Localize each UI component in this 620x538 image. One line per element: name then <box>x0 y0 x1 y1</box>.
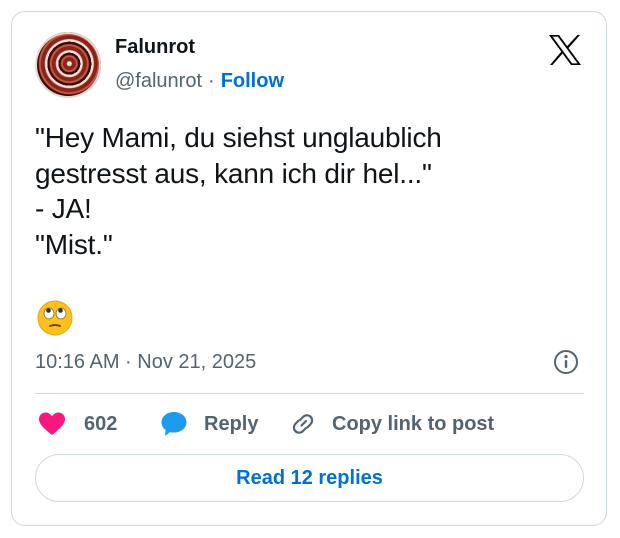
info-icon[interactable] <box>553 349 579 375</box>
author-handle-row: @falunrot · Follow <box>115 70 284 93</box>
heart-icon <box>39 412 65 435</box>
tweet-card <box>11 11 607 526</box>
author-display-name[interactable]: Falunrot <box>115 36 195 59</box>
read-replies-button[interactable]: Read 12 replies <box>35 454 584 502</box>
separator-dot: · <box>208 70 215 92</box>
reply-button[interactable]: Reply <box>160 410 258 438</box>
author-handle[interactable]: @falunrot <box>115 70 202 92</box>
link-icon <box>292 414 314 434</box>
reply-label: Reply <box>204 412 259 435</box>
face-with-rolling-eyes-icon <box>37 300 73 336</box>
like-button[interactable]: 602 <box>38 410 117 438</box>
follow-button[interactable]: Follow <box>221 70 284 92</box>
tweet-text: "Hey Mami, du siehst unglaublich gestres… <box>35 122 442 260</box>
speech-bubble-icon <box>161 412 187 436</box>
x-logo-icon[interactable] <box>548 34 582 66</box>
copy-link-label: Copy link to post <box>332 412 495 435</box>
divider <box>35 393 584 394</box>
copy-link-button[interactable]: Copy link to post <box>289 410 494 438</box>
like-count: 602 <box>84 412 118 435</box>
avatar[interactable] <box>35 32 101 98</box>
tweet-timestamp[interactable]: 10:16 AM · Nov 21, 2025 <box>35 351 256 374</box>
